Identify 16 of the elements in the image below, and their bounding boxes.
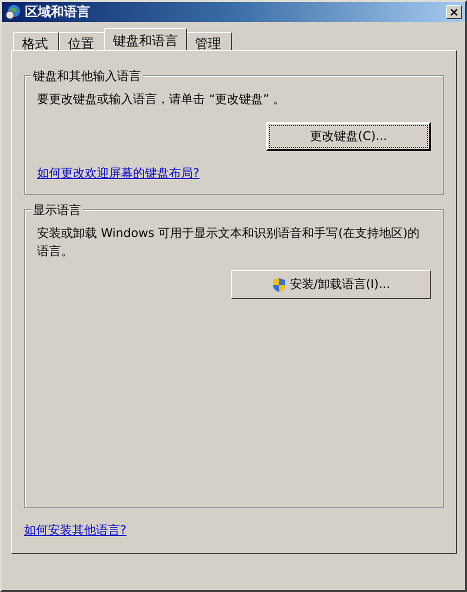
description-text: 要更改键盘或输入语言，请单击 “更改键盘” 。	[37, 91, 286, 108]
help-link[interactable]: 如何安装其他语言?	[24, 522, 126, 539]
action-button[interactable]: 更改键盘(C)...	[266, 122, 431, 151]
group-title: 键盘和其他输入语言	[31, 68, 143, 85]
tab[interactable]: 管理	[186, 32, 232, 50]
tab[interactable]: 格式	[13, 32, 59, 50]
globe-icon	[5, 4, 21, 20]
action-button[interactable]: 安装/卸载语言(I)...	[231, 270, 431, 299]
close-button[interactable]: ×	[446, 5, 462, 19]
tab[interactable]: 键盘和语言	[104, 28, 187, 50]
help-link[interactable]: 如何更改欢迎屏幕的键盘布局?	[37, 165, 200, 182]
tab[interactable]: 位置	[59, 32, 105, 50]
window-title: 区域和语言	[25, 4, 91, 21]
group-title: 显示语言	[31, 202, 83, 219]
description-text: 安装或卸载 Windows 可用于显示文本和识别语音和手写(在支持地区)的语言。	[37, 225, 421, 260]
shield-icon	[272, 276, 286, 292]
